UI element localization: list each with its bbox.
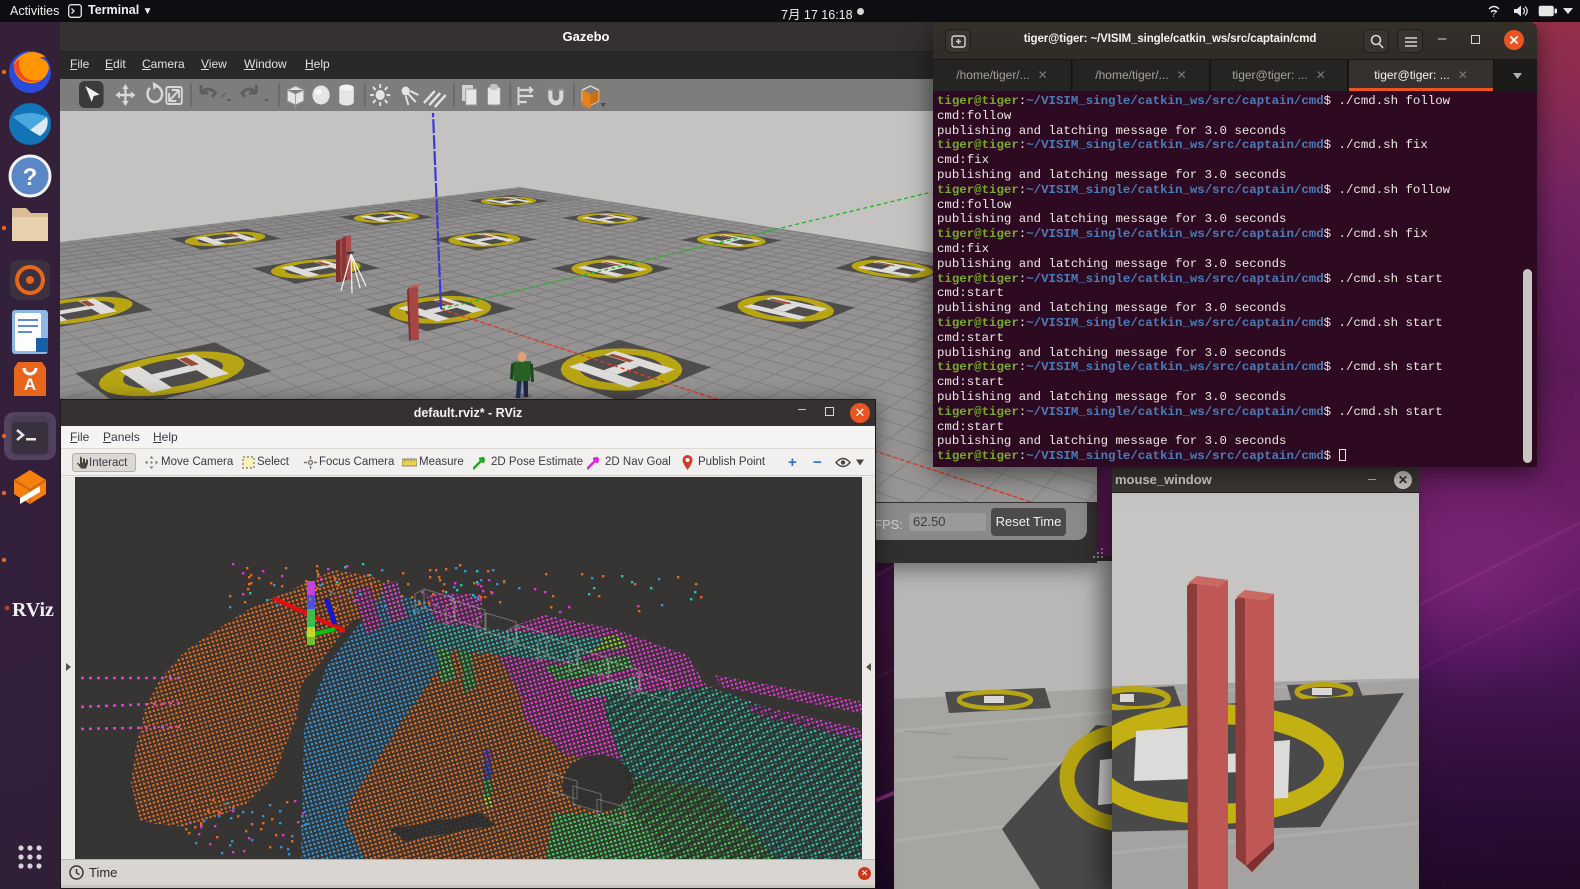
svg-text:RViz: RViz bbox=[12, 599, 54, 621]
svg-text:A: A bbox=[24, 375, 36, 394]
svg-text:?: ? bbox=[1491, 9, 1496, 18]
svg-text:?: ? bbox=[23, 164, 38, 191]
